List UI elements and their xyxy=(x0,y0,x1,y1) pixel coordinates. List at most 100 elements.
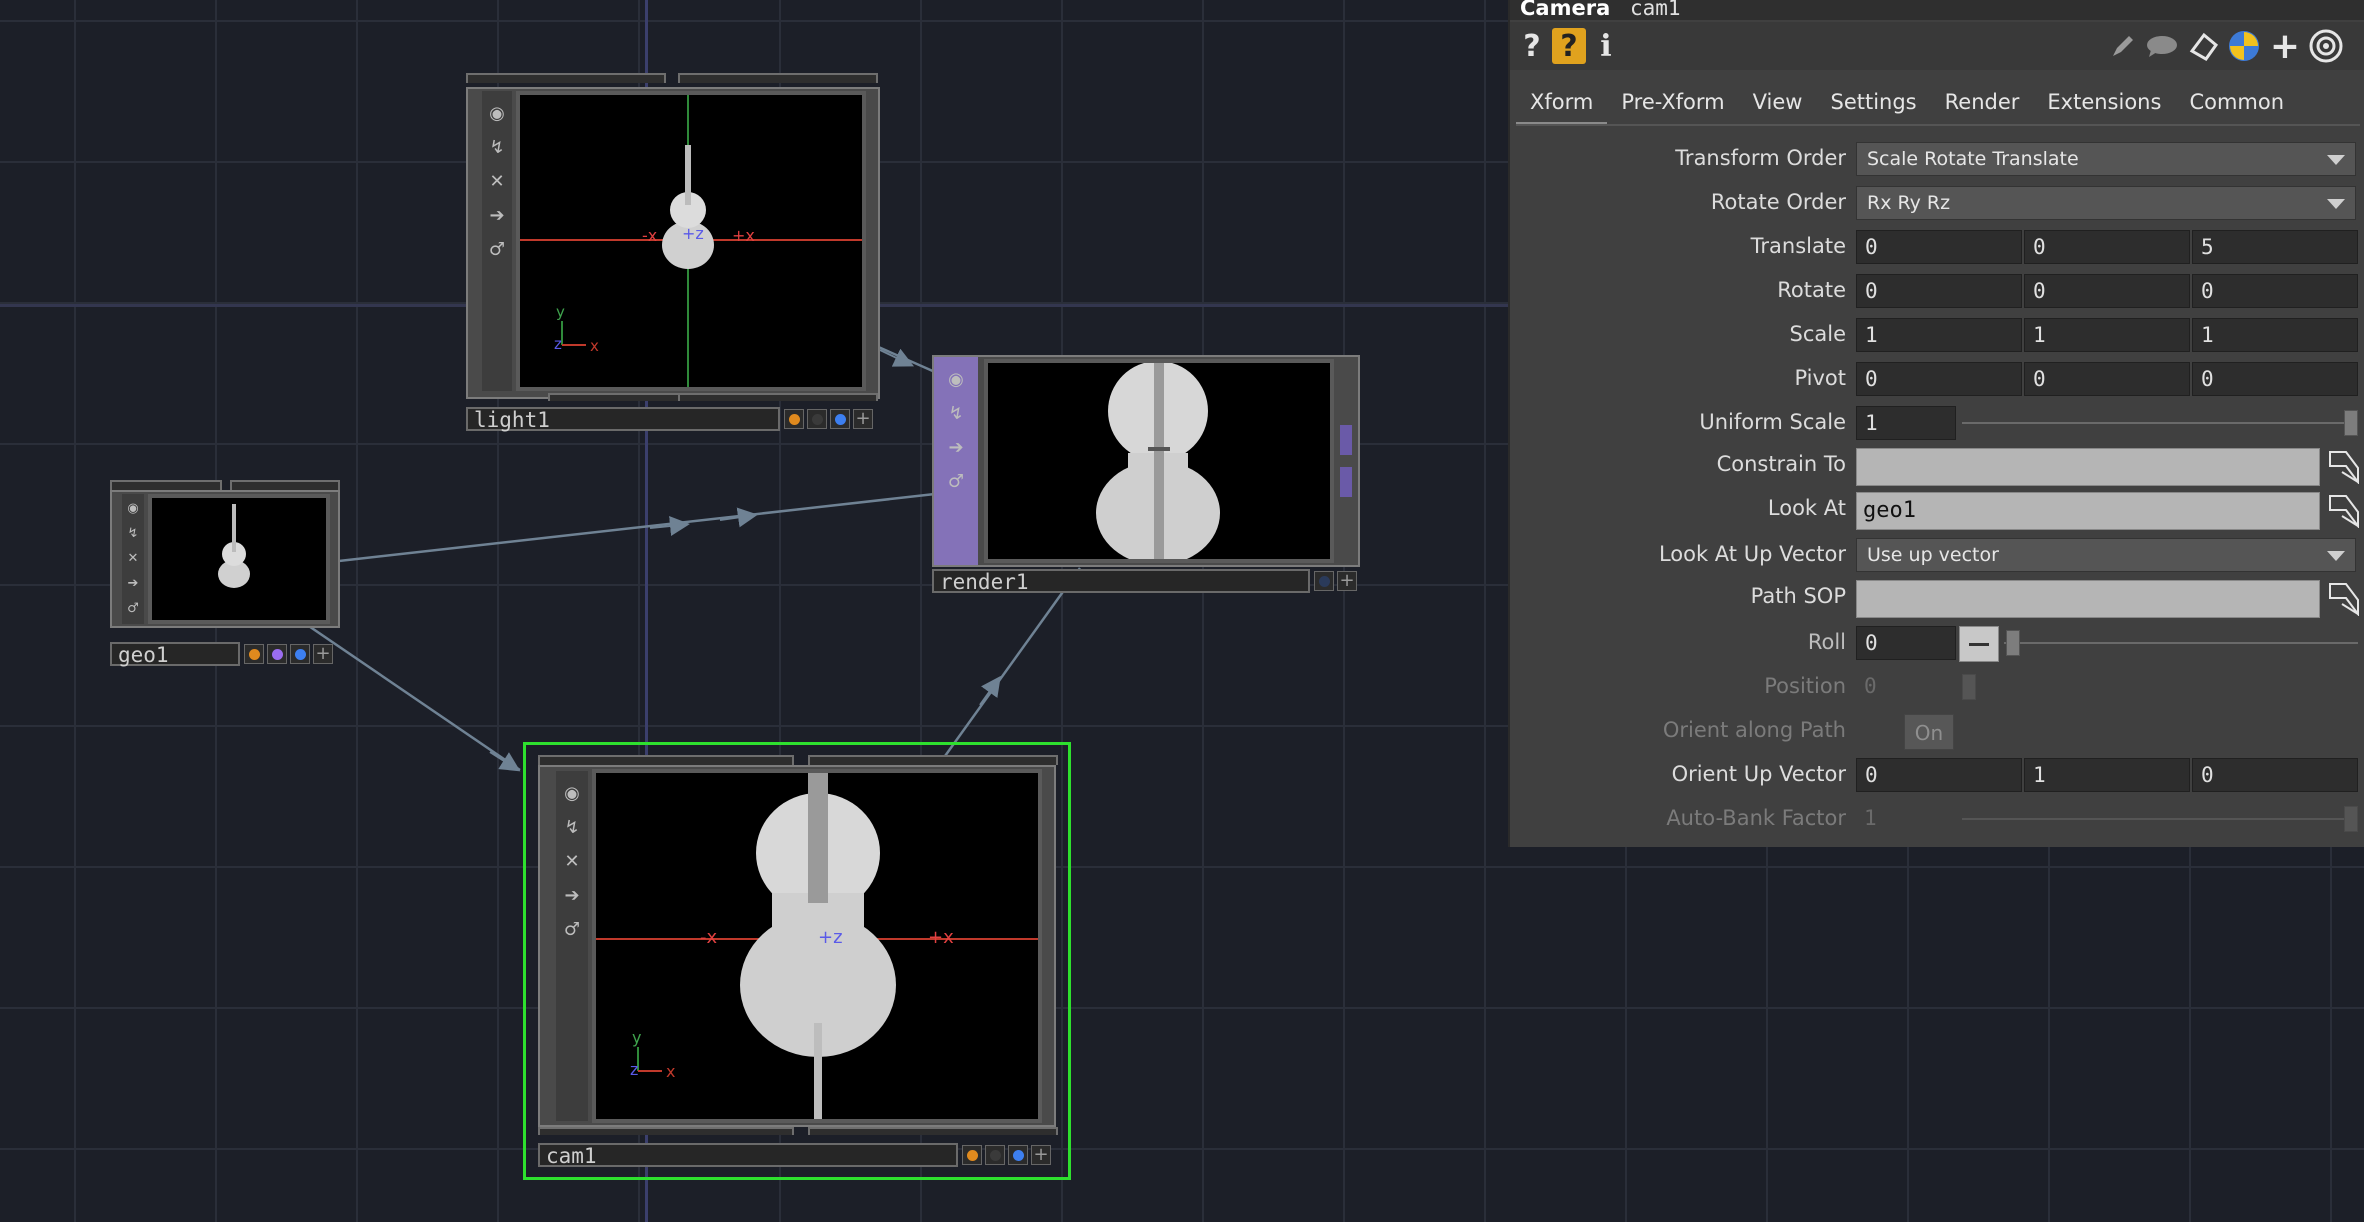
display-icon[interactable]: ➔ xyxy=(934,431,978,465)
tab-extensions[interactable]: Extensions xyxy=(2033,80,2175,126)
position-slider-handle[interactable] xyxy=(1962,674,1976,700)
node-sidebar: ◉ ↯ ✕ ➔ ♂ xyxy=(556,771,588,1121)
node-sidebar: ◉ ↯ ✕ ➔ ♂ xyxy=(482,91,512,391)
path-select-icon[interactable] xyxy=(2326,448,2362,484)
node-light1[interactable]: ◉ ↯ ✕ ➔ ♂ -x +z +x y z x light1 + xyxy=(466,73,880,437)
flag-blue[interactable] xyxy=(290,644,310,664)
translate-x-field[interactable]: 0 xyxy=(1856,230,2022,264)
bypass-icon[interactable]: ↯ xyxy=(482,131,512,165)
tab-view[interactable]: View xyxy=(1739,80,1817,126)
tab-pre-xform[interactable]: Pre-Xform xyxy=(1607,80,1738,126)
python-icon[interactable] xyxy=(2226,28,2262,64)
comment-icon[interactable] xyxy=(2144,28,2180,64)
info-icon[interactable]: i xyxy=(1594,28,1618,64)
rotate-order-menu[interactable]: Rx Ry Rz xyxy=(1856,186,2356,220)
add-flag-icon[interactable]: + xyxy=(1337,571,1357,591)
translate-z-field[interactable]: 5 xyxy=(2192,230,2358,264)
node-geo1[interactable]: ◉ ↯ ✕ ➔ ♂ geo1 + xyxy=(110,480,340,670)
constrain-to-field[interactable] xyxy=(1856,448,2320,486)
translate-y-field[interactable]: 0 xyxy=(2024,230,2190,264)
scale-x-field[interactable]: 1 xyxy=(1856,318,2022,352)
clone-icon[interactable]: ♂ xyxy=(934,465,978,499)
roll-field[interactable]: 0 xyxy=(1856,626,1956,660)
auto-bank-factor-field[interactable]: 1 xyxy=(1856,802,1956,836)
operator-name[interactable]: cam1 xyxy=(1630,0,1681,20)
flag-orange[interactable] xyxy=(784,409,804,429)
node-cam1[interactable]: ◉ ↯ ✕ ➔ ♂ -x +z +x y z x cam1 + xyxy=(523,742,1071,1180)
tab-common[interactable]: Common xyxy=(2175,80,2298,126)
render1-output-connector[interactable] xyxy=(1340,425,1352,455)
auto-bank-factor-slider-handle[interactable] xyxy=(2344,806,2358,832)
clone-icon[interactable]: ♂ xyxy=(482,233,512,267)
display-icon[interactable]: ➔ xyxy=(482,199,512,233)
bypass-icon[interactable]: ↯ xyxy=(122,521,144,546)
param-constrain-to: Constrain To xyxy=(1510,444,2364,486)
uniform-scale-slider[interactable] xyxy=(1962,422,2350,424)
tab-render[interactable]: Render xyxy=(1931,80,2034,126)
clone-icon[interactable]: ♂ xyxy=(556,913,588,947)
flag-dark[interactable] xyxy=(807,409,827,429)
bypass-icon[interactable]: ↯ xyxy=(556,811,588,845)
display-icon[interactable]: ➔ xyxy=(556,879,588,913)
tab-settings[interactable]: Settings xyxy=(1816,80,1930,126)
bypass-icon[interactable]: ↯ xyxy=(934,397,978,431)
flag-dark[interactable] xyxy=(1314,571,1334,591)
uniform-scale-field[interactable]: 1 xyxy=(1856,406,1956,440)
eraser-icon[interactable] xyxy=(2186,28,2222,64)
look-at-up-vector-menu[interactable]: Use up vector xyxy=(1856,538,2356,572)
pencil-icon[interactable] xyxy=(2106,28,2140,64)
orient-up-x-field[interactable]: 0 xyxy=(1856,758,2022,792)
tab-xform[interactable]: Xform xyxy=(1516,80,1608,126)
clone-icon[interactable]: ♂ xyxy=(122,596,144,621)
viewer-toggle-icon[interactable]: ◉ xyxy=(934,363,978,397)
scale-y-field[interactable]: 1 xyxy=(2024,318,2190,352)
add-flag-icon[interactable]: + xyxy=(313,644,333,664)
viewer-toggle-icon[interactable]: ◉ xyxy=(482,97,512,131)
node-name-light1[interactable]: light1 xyxy=(466,407,780,431)
add-flag-icon[interactable]: + xyxy=(1031,1145,1051,1165)
roll-slider[interactable] xyxy=(2004,642,2358,644)
orient-up-z-field[interactable]: 0 xyxy=(2192,758,2358,792)
scale-z-field[interactable]: 1 xyxy=(2192,318,2358,352)
rotate-y-field[interactable]: 0 xyxy=(2024,274,2190,308)
display-icon[interactable]: ➔ xyxy=(122,571,144,596)
path-select-icon[interactable] xyxy=(2326,580,2362,616)
transform-order-menu[interactable]: Scale Rotate Translate xyxy=(1856,142,2356,176)
flag-dark[interactable] xyxy=(985,1145,1005,1165)
target-icon[interactable] xyxy=(2306,28,2346,64)
uniform-scale-slider-handle[interactable] xyxy=(2344,410,2358,436)
path-select-icon[interactable] xyxy=(2326,492,2362,528)
viewer-toggle-icon[interactable]: ◉ xyxy=(122,496,144,521)
rotate-z-field[interactable]: 0 xyxy=(2192,274,2358,308)
viewer-toggle-icon[interactable]: ◉ xyxy=(556,777,588,811)
add-icon[interactable]: + xyxy=(2268,26,2302,67)
pivot-y-field[interactable]: 0 xyxy=(2024,362,2190,396)
lock-icon[interactable]: ✕ xyxy=(482,165,512,199)
position-field[interactable]: 0 xyxy=(1856,670,1956,704)
flag-blue[interactable] xyxy=(1008,1145,1028,1165)
add-flag-icon[interactable]: + xyxy=(853,409,873,429)
flag-orange[interactable] xyxy=(962,1145,982,1165)
roll-reset-button[interactable] xyxy=(1959,626,1999,662)
pivot-x-field[interactable]: 0 xyxy=(1856,362,2022,396)
auto-bank-factor-slider[interactable] xyxy=(1962,818,2350,820)
python-help-icon[interactable]: ? xyxy=(1552,28,1586,64)
lock-icon[interactable]: ✕ xyxy=(556,845,588,879)
flag-orange[interactable] xyxy=(244,644,264,664)
rotate-x-field[interactable]: 0 xyxy=(1856,274,2022,308)
node-name-cam1[interactable]: cam1 xyxy=(538,1143,958,1167)
orient-up-y-field[interactable]: 1 xyxy=(2024,758,2190,792)
roll-slider-handle[interactable] xyxy=(2006,630,2020,656)
pivot-z-field[interactable]: 0 xyxy=(2192,362,2358,396)
flag-purple[interactable] xyxy=(267,644,287,664)
look-at-field[interactable]: geo1 xyxy=(1856,492,2320,530)
node-name-geo1[interactable]: geo1 xyxy=(110,642,240,666)
path-sop-field[interactable] xyxy=(1856,580,2320,618)
orient-along-path-toggle[interactable]: On xyxy=(1904,714,1954,750)
render1-output-connector-2[interactable] xyxy=(1340,467,1352,497)
lock-icon[interactable]: ✕ xyxy=(122,546,144,571)
flag-blue[interactable] xyxy=(830,409,850,429)
node-render1[interactable]: ◉ ↯ ➔ ♂ render1 + xyxy=(932,355,1360,595)
node-name-render1[interactable]: render1 xyxy=(932,569,1310,593)
help-icon[interactable]: ? xyxy=(1520,28,1544,64)
